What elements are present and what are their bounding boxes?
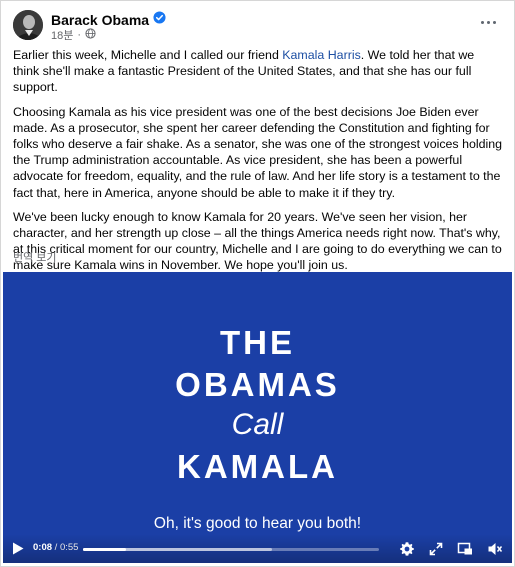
post-text: Earlier this week, Michelle and I called… <box>13 47 503 282</box>
avatar[interactable] <box>13 10 43 40</box>
video-title-line-3: Call <box>231 408 284 441</box>
video-controls: 0:08 / 0:55 <box>3 534 512 563</box>
video-title-line-2: OBAMAS <box>175 366 340 403</box>
meta-separator: · <box>77 29 82 41</box>
expand-icon[interactable] <box>428 541 444 557</box>
kamala-harris-link[interactable]: Kamala Harris <box>282 48 361 62</box>
volume-muted-icon[interactable] <box>487 541 503 557</box>
picture-in-picture-icon[interactable] <box>457 541 473 557</box>
paragraph-3: We've been lucky enough to know Kamala f… <box>13 209 502 273</box>
globe-icon[interactable] <box>85 28 96 42</box>
verified-badge-icon <box>153 11 166 29</box>
see-translation-link[interactable]: 번역 보기 <box>13 249 57 265</box>
video-title-line-1: THE <box>220 324 295 361</box>
paragraph-2: Choosing Kamala as his vice president wa… <box>13 104 503 200</box>
played-bar <box>83 548 126 551</box>
video-time: 0:08 / 0:55 <box>33 542 78 553</box>
duration: 0:55 <box>59 542 79 553</box>
play-icon[interactable] <box>12 542 24 555</box>
video-title-line-4: KAMALA <box>177 448 338 485</box>
video-player[interactable]: THE OBAMAS Call KAMALA Oh, it's good to … <box>3 272 512 563</box>
author-name[interactable]: Barack Obama <box>51 12 149 28</box>
video-caption: Oh, it's good to hear you both! <box>153 515 362 532</box>
gear-icon[interactable] <box>399 541 415 557</box>
progress-bar[interactable] <box>83 548 379 551</box>
current-time: 0:08 <box>33 542 53 553</box>
more-options-icon[interactable] <box>476 12 500 32</box>
post-time[interactable]: 18분 <box>51 27 73 43</box>
post-header: Barack Obama 18분 · <box>13 10 503 42</box>
time-separator: / <box>52 542 60 553</box>
paragraph-1: Earlier this week, Michelle and I called… <box>13 48 475 95</box>
